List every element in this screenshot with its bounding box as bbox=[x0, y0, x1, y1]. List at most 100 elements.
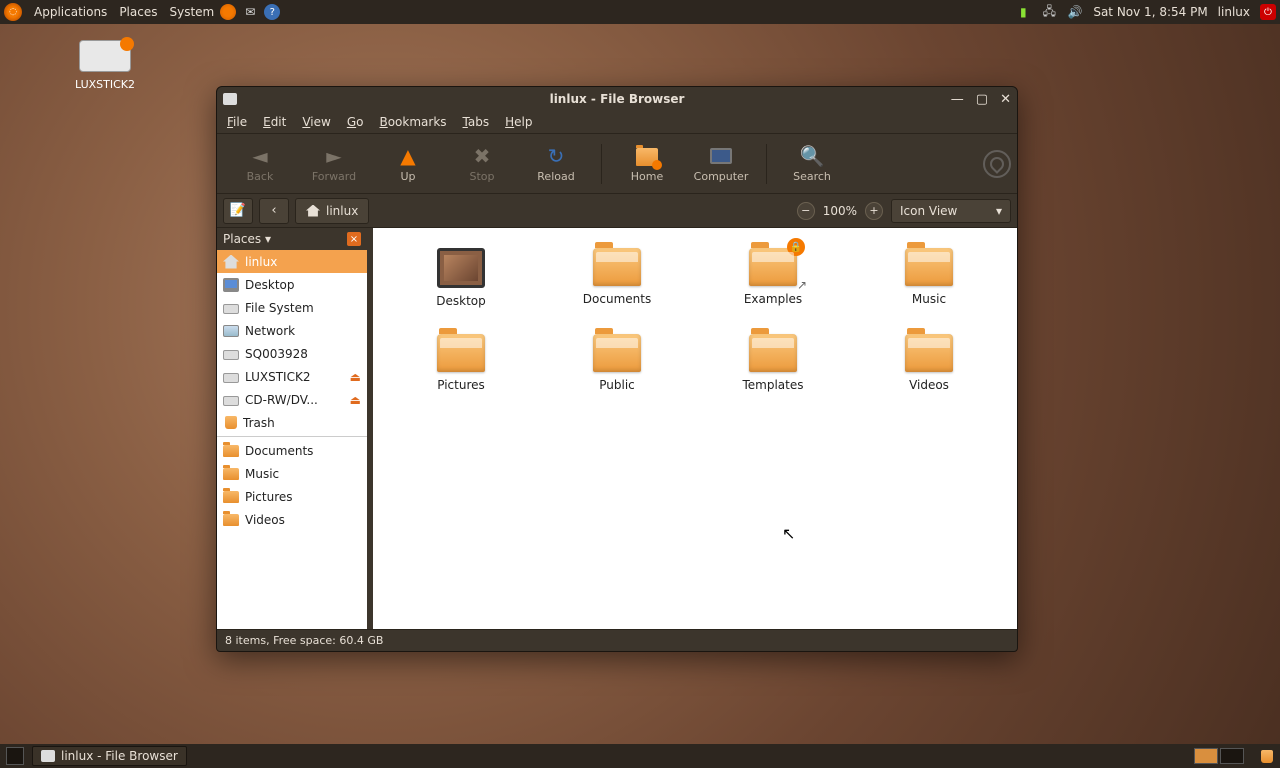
forward-label: Forward bbox=[312, 170, 356, 183]
home-button[interactable]: Home bbox=[610, 144, 684, 183]
sidebar-bookmark-pictures[interactable]: Pictures bbox=[217, 485, 367, 508]
close-button[interactable]: ✕ bbox=[1000, 92, 1011, 107]
sidebar-place-linlux[interactable]: linlux bbox=[217, 250, 367, 273]
workspace-2[interactable] bbox=[1220, 748, 1244, 764]
volume-icon[interactable]: 🔊 bbox=[1067, 4, 1083, 20]
menu-edit[interactable]: Edit bbox=[263, 115, 286, 129]
show-desktop-button[interactable] bbox=[6, 747, 24, 765]
sidebar-place-desktop[interactable]: Desktop bbox=[217, 273, 367, 296]
help-icon[interactable]: ? bbox=[264, 4, 280, 20]
file-item-desktop[interactable]: Desktop bbox=[403, 248, 519, 308]
file-item-pictures[interactable]: Pictures bbox=[403, 334, 519, 392]
sidebar-place-network[interactable]: Network bbox=[217, 319, 367, 342]
task-app-icon bbox=[41, 750, 55, 762]
location-bar: 📝 ‹ linlux − 100% + Icon View▾ bbox=[217, 193, 1017, 227]
desktop-drive-icon[interactable]: LUXSTICK2 bbox=[60, 40, 150, 91]
maximize-button[interactable]: ▢ bbox=[976, 92, 988, 107]
drive-icon bbox=[223, 396, 239, 406]
home-icon bbox=[636, 144, 658, 168]
panel-username[interactable]: linlux bbox=[1218, 5, 1250, 19]
file-item-videos[interactable]: Videos bbox=[871, 334, 987, 392]
up-button[interactable]: ▲Up bbox=[371, 144, 445, 183]
workspace-switcher[interactable] bbox=[1194, 748, 1244, 764]
panel-tray: ▮ 🖧 🔊 Sat Nov 1, 8:54 PM linlux ⏻ bbox=[1015, 4, 1276, 20]
sidebar-place-file-system[interactable]: File System bbox=[217, 296, 367, 319]
network-icon[interactable]: 🖧 bbox=[1041, 4, 1057, 20]
sidebar-bookmark-videos[interactable]: Videos bbox=[217, 508, 367, 531]
file-label: Examples bbox=[744, 292, 802, 306]
drive-icon bbox=[79, 40, 131, 72]
taskbar-item-file-browser[interactable]: linlux - File Browser bbox=[32, 746, 187, 766]
path-segment-home[interactable]: linlux bbox=[295, 198, 369, 224]
up-icon: ▲ bbox=[400, 144, 415, 168]
search-button[interactable]: 🔍Search bbox=[775, 144, 849, 183]
zoom-out-button[interactable]: − bbox=[797, 202, 815, 220]
folder-icon bbox=[223, 491, 239, 503]
eject-icon[interactable]: ⏏ bbox=[350, 370, 361, 384]
sidebar-bookmark-documents[interactable]: Documents bbox=[217, 439, 367, 462]
file-item-templates[interactable]: Templates bbox=[715, 334, 831, 392]
view-mode-label: Icon View bbox=[900, 204, 957, 218]
back-button[interactable]: ◄Back bbox=[223, 144, 297, 183]
toolbar-separator-2 bbox=[766, 144, 767, 184]
sidebar-close-icon[interactable]: × bbox=[347, 232, 361, 246]
mail-icon[interactable]: ✉ bbox=[242, 4, 258, 20]
reload-button[interactable]: ↻Reload bbox=[519, 144, 593, 183]
file-label: Desktop bbox=[436, 294, 486, 308]
reload-icon: ↻ bbox=[548, 144, 565, 168]
shutdown-icon[interactable]: ⏻ bbox=[1260, 4, 1276, 20]
net-icon bbox=[223, 325, 239, 337]
ubuntu-logo-icon[interactable]: ◌ bbox=[4, 3, 22, 21]
zoom-in-button[interactable]: + bbox=[865, 202, 883, 220]
menu-view[interactable]: View bbox=[302, 115, 330, 129]
titlebar[interactable]: linlux - File Browser — ▢ ✕ bbox=[217, 87, 1017, 111]
menu-places[interactable]: Places bbox=[119, 5, 157, 19]
toolbar: ◄Back ► Forward ▲Up ✖Stop ↻Reload Home Co… bbox=[217, 133, 1017, 193]
file-item-documents[interactable]: Documents bbox=[559, 248, 675, 308]
forward-icon: ► bbox=[326, 144, 341, 168]
sidebar-place-trash[interactable]: Trash bbox=[217, 411, 367, 434]
sidebar-place-cd-rw-dv-[interactable]: CD-RW/DV...⏏ bbox=[217, 388, 367, 411]
minimize-button[interactable]: — bbox=[951, 92, 964, 107]
sidebar-place-luxstick2[interactable]: LUXSTICK2⏏ bbox=[217, 365, 367, 388]
edit-location-button[interactable]: 📝 bbox=[223, 198, 253, 224]
menu-bookmarks[interactable]: Bookmarks bbox=[379, 115, 446, 129]
task-label: linlux - File Browser bbox=[61, 749, 178, 763]
menu-system[interactable]: System bbox=[169, 5, 214, 19]
file-item-public[interactable]: Public bbox=[559, 334, 675, 392]
file-item-music[interactable]: Music bbox=[871, 248, 987, 308]
menu-help[interactable]: Help bbox=[505, 115, 532, 129]
window-title: linlux - File Browser bbox=[550, 92, 685, 106]
search-icon: 🔍 bbox=[800, 144, 825, 168]
folder-icon bbox=[593, 248, 641, 286]
folder-icon bbox=[905, 248, 953, 286]
sidebar-item-label: Music bbox=[245, 467, 279, 481]
gnome-foot-icon bbox=[983, 150, 1011, 178]
file-view[interactable]: Desktop Documents 🔒↗Examples Music Pictures P… bbox=[367, 228, 1017, 629]
sidebar-bookmark-music[interactable]: Music bbox=[217, 462, 367, 485]
file-item-examples[interactable]: 🔒↗Examples bbox=[715, 248, 831, 308]
forward-button[interactable]: ► Forward bbox=[297, 144, 371, 183]
file-browser-window: linlux - File Browser — ▢ ✕ File Edit Vi… bbox=[216, 86, 1018, 652]
sidebar-header[interactable]: Places ▾ × bbox=[217, 228, 367, 250]
battery-icon[interactable]: ▮ bbox=[1015, 4, 1031, 20]
sidebar-place-sq003928[interactable]: SQ003928 bbox=[217, 342, 367, 365]
menu-go[interactable]: Go bbox=[347, 115, 364, 129]
folder-icon bbox=[223, 468, 239, 480]
path-back-button[interactable]: ‹ bbox=[259, 198, 289, 224]
sidebar-header-label: Places bbox=[223, 232, 261, 246]
eject-icon[interactable]: ⏏ bbox=[350, 393, 361, 407]
stop-button: ✖Stop bbox=[445, 144, 519, 183]
view-mode-select[interactable]: Icon View▾ bbox=[891, 199, 1011, 223]
menu-tabs[interactable]: Tabs bbox=[463, 115, 490, 129]
lock-icon: 🔒 bbox=[787, 238, 805, 256]
menu-file[interactable]: File bbox=[227, 115, 247, 129]
firefox-icon[interactable] bbox=[220, 4, 236, 20]
panel-clock[interactable]: Sat Nov 1, 8:54 PM bbox=[1093, 5, 1207, 19]
menu-applications[interactable]: Applications bbox=[34, 5, 107, 19]
folder-icon bbox=[437, 334, 485, 372]
desktop-folder-icon bbox=[437, 248, 485, 288]
trash-applet-icon[interactable] bbox=[1258, 748, 1274, 764]
computer-button[interactable]: Computer bbox=[684, 144, 758, 183]
workspace-1[interactable] bbox=[1194, 748, 1218, 764]
